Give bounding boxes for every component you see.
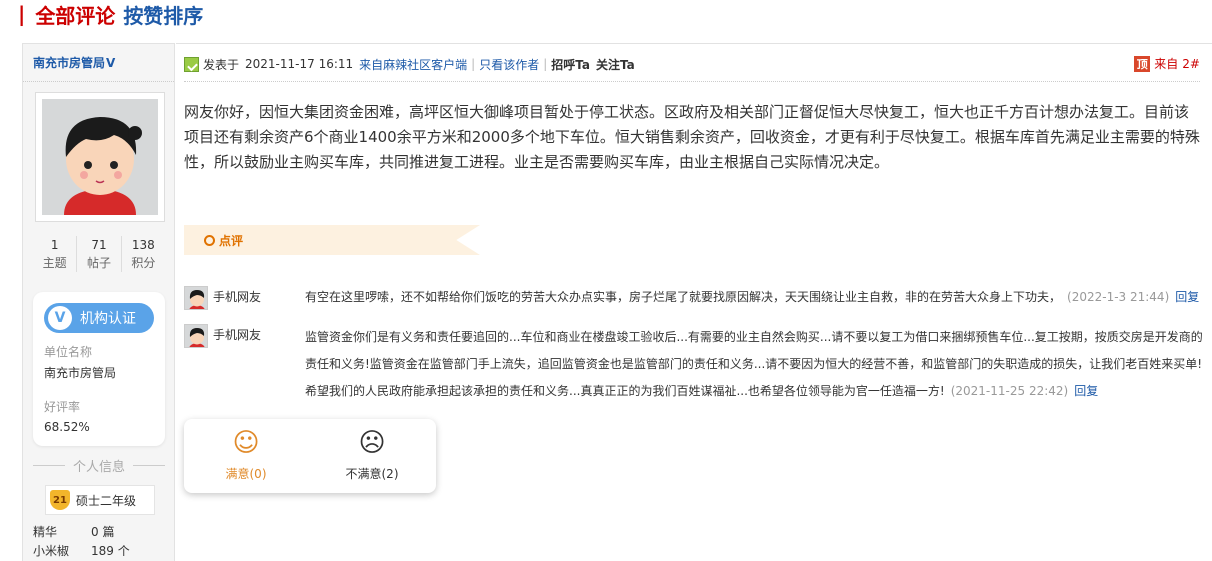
essence-row: 精华 0 篇 <box>33 523 114 540</box>
comment-author[interactable]: 手机网友 <box>213 286 305 310</box>
only-author-link[interactable]: 只看该作者 <box>479 56 539 73</box>
comment-item: 手机网友 有空在这里啰嗦，还不如帮给你们饭吃的劳苦大众办点实事，房子烂尾了就要找… <box>184 286 1211 310</box>
avatar-cartoon-icon <box>42 99 158 215</box>
comments-header: | 全部评论 按赞排序 <box>18 0 203 28</box>
comment-author[interactable]: 手机网友 <box>213 324 305 405</box>
top-icon[interactable]: 顶 <box>1134 55 1151 72</box>
stat-topics[interactable]: 1 主题 <box>33 236 76 272</box>
user-stats: 1 主题 71 帖子 138 积分 <box>33 236 165 272</box>
stat-topics-label: 主题 <box>42 256 67 270</box>
verified-v-icon: V <box>48 306 72 330</box>
personal-info-title: 个人信息 <box>73 460 126 475</box>
tab-all-comments[interactable]: 全部评论 <box>35 0 115 29</box>
rating-label: 好评率 <box>44 400 81 414</box>
essence-key: 精华 <box>33 525 58 539</box>
comment-time: (2022-1-3 21:44) <box>1067 290 1170 304</box>
comment-time: (2021-11-25 22:42) <box>950 384 1069 398</box>
posted-prefix: 发表于 <box>203 57 240 72</box>
level-badge-icon: 21 <box>50 490 70 510</box>
unsatisfied-button[interactable]: ☹ 不满意(2) <box>312 429 432 482</box>
username-text[interactable]: 南充市房管局 <box>33 56 105 70</box>
rating-popup: ☺ 满意(0) ☹ 不满意(2) <box>184 419 436 493</box>
stat-posts-value: 71 <box>91 238 107 252</box>
review-ribbon[interactable]: 点评 <box>184 225 480 255</box>
username[interactable]: 南充市房管局V <box>23 44 174 82</box>
org-cert-label: 机构认证 <box>80 311 136 327</box>
satisfied-button[interactable]: ☺ 满意(0) <box>186 429 306 482</box>
verified-icon: V <box>106 56 116 70</box>
pepper-key: 小米椒 <box>33 544 70 558</box>
stat-posts-label: 帖子 <box>86 256 111 270</box>
review-label: 点评 <box>219 233 244 248</box>
comment-text: 监管资金你们是有义务和责任要追回的...车位和商业在楼盘竣工验收后...有需要的… <box>305 324 1211 405</box>
comment-item: 手机网友 监管资金你们是有义务和责任要追回的...车位和商业在楼盘竣工验收后..… <box>184 324 1211 405</box>
meta-separator-2: | <box>543 57 548 71</box>
avatar-image <box>42 99 158 215</box>
satisfied-label: 满意(0) <box>225 467 267 481</box>
tab-sort-by-likes[interactable]: 按赞排序 <box>123 0 203 29</box>
post-meta: 发表于 2021-11-17 16:11 来自麻辣社区客户端 | 只看该作者 |… <box>184 55 635 73</box>
user-level[interactable]: 21 硕士二年级 <box>45 485 155 515</box>
review-circle-icon <box>204 234 215 246</box>
unit-name-label: 单位名称 <box>44 345 93 359</box>
level-name: 硕士二年级 <box>76 493 137 508</box>
certification-card: V 机构认证 单位名称 南充市房管局 好评率 68.52% <box>33 292 165 446</box>
comment-avatar[interactable] <box>184 324 208 348</box>
greet-link[interactable]: 招呼Ta <box>551 56 590 73</box>
pepper-value: 189 个 <box>91 544 130 558</box>
org-cert-button[interactable]: V 机构认证 <box>44 303 154 333</box>
comment-avatar-icon <box>189 328 205 347</box>
follow-link[interactable]: 关注Ta <box>596 56 635 73</box>
floor-info: 顶 来自 2# <box>1134 55 1200 72</box>
meta-separator: | <box>471 57 476 71</box>
unsatisfied-label: 不满意(2) <box>345 467 399 481</box>
floor-prefix: 来自 <box>1154 57 1179 71</box>
essence-value: 0 篇 <box>91 525 115 539</box>
stat-points-label: 积分 <box>131 256 156 270</box>
sad-face-icon: ☹ <box>358 428 386 458</box>
avatar[interactable] <box>35 92 165 222</box>
stat-posts[interactable]: 71 帖子 <box>76 236 120 272</box>
header-bar: | <box>18 2 26 26</box>
reply-link[interactable]: 回复 <box>1074 384 1098 398</box>
comment-avatar-icon <box>189 290 205 309</box>
stat-points[interactable]: 138 积分 <box>120 236 165 272</box>
smile-face-icon: ☺ <box>232 428 260 458</box>
personal-info-divider: 个人信息 <box>33 456 166 475</box>
comment-text: 有空在这里啰嗦，还不如帮给你们饭吃的劳苦大众办点实事，房子烂尾了就要找原因解决，… <box>305 286 1211 310</box>
comment-body: 监管资金你们是有义务和责任要追回的...车位和商业在楼盘竣工验收后...有需要的… <box>305 330 1203 398</box>
unit-name-value: 南充市房管局 <box>44 366 117 380</box>
comment-body: 有空在这里啰嗦，还不如帮给你们饭吃的劳苦大众办点实事，房子烂尾了就要找原因解决，… <box>305 290 1062 304</box>
rating-value: 68.52% <box>44 420 90 434</box>
stat-topics-value: 1 <box>50 238 59 252</box>
stat-points-value: 138 <box>131 238 155 252</box>
online-status-icon <box>184 56 199 72</box>
floor-number[interactable]: 2# <box>1182 57 1200 71</box>
meta-divider <box>184 81 1200 82</box>
reply-link[interactable]: 回复 <box>1175 290 1199 304</box>
source-link[interactable]: 来自麻辣社区客户端 <box>359 56 467 73</box>
comment-avatar[interactable] <box>184 286 208 310</box>
posted-time: 2021-11-17 16:11 <box>245 57 354 71</box>
post-content: 网友你好，因恒大集团资金困难，高坪区恒大御峰项目暂处于停工状态。区政府及相关部门… <box>184 103 1200 171</box>
user-panel: 南充市房管局V 1 主题 71 帖子 138 积分 V 机构认证 单位名称 南充… <box>22 43 175 561</box>
pepper-row: 小米椒 189 个 <box>33 542 130 559</box>
post-main: 发表于 2021-11-17 16:11 来自麻辣社区客户端 | 只看该作者 |… <box>176 43 1212 561</box>
